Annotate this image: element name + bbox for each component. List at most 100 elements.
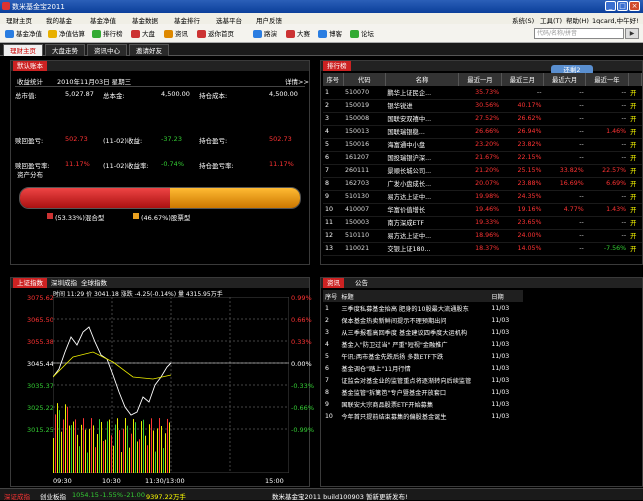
ranking-row[interactable]: 10 410007 华富价值增长 19.46% 19.16% 4.77% 1.43% 开 [323,203,642,217]
ranking-row[interactable]: 7 260111 景顺长城公司... 21.20% 25.15% 33.82% 22.57%… [323,164,642,178]
maximize-button[interactable]: □ [617,1,628,11]
toolbar-nav-button[interactable]: 基金净值 [5,28,42,40]
ranking-column-header[interactable]: 代码 [343,73,386,86]
ranking-cell: 30.56% [458,99,502,113]
toolbar-forum-button[interactable]: 论坛 [350,28,374,40]
main-tabs: 理财主页 大盘走势 资讯中心 邀请好友 [0,43,643,56]
tab-news[interactable]: 资讯 [323,278,344,288]
news-row[interactable]: 3 从三季报看高回季度 基金建议四季度大运机构 11/03 [323,326,523,338]
minimize-button[interactable]: _ [605,1,616,11]
ranking-row[interactable]: 2 150019 银华锐进 30.56% 40.17% -- -- 开 [323,99,642,113]
toolbar-ranking-button[interactable]: 排行榜 [92,28,123,40]
ranking-column-header[interactable]: 名称 [385,73,460,86]
news-title[interactable]: 午讯:两市基金先跌后扬 多数ETF下跌 [339,350,489,362]
volume-bar [55,414,56,473]
ranking-row[interactable]: 12 510110 易方达上证中... 18.96% 24.00% -- -- 开 [323,229,642,243]
stat-label: (11-02)收益率: [103,162,149,170]
toolbar-news-button[interactable]: 资讯 [164,28,188,40]
stat-value: 502.73 [269,135,292,143]
ranking-row[interactable]: 1 510070 鹏华上证民企... 35.73% -- -- -- 开 [323,86,642,100]
news-row[interactable]: 8 基金监管"拆篱笆"专户暨基金开放套口 11/03 [323,386,523,398]
news-row[interactable]: 7 证监会对基金业的监管重点将逐渐转向后续监管 11/03 [323,374,523,386]
close-button[interactable]: × [629,1,640,11]
news-row[interactable]: 6 基金调仓"踏上"11月行情 11/03 [323,362,523,374]
tab-global-index[interactable]: 全球指数 [77,278,111,288]
title-bar: 数米基金宝2011 _ □ × [0,0,643,13]
news-row[interactable]: 9 国联安大宗商品股票ETF开始募集 11/03 [323,398,523,410]
ranking-row[interactable]: 11 150003 南方深成ETF 19.33% 23.65% -- -- 开 [323,216,642,230]
tab-announcements[interactable]: 公告 [351,278,372,288]
ranking-row[interactable]: 6 161207 国投瑞银沪深... 21.67% 22.15% -- -- 开 [323,151,642,165]
toolbar-roadshow-button[interactable]: 路演 [253,28,277,40]
volume-bar [105,439,106,473]
toolbar-label: 基金净值 [16,30,42,38]
news-row[interactable]: 4 基金入"防卫过当" 严重"短视"金融推广 11/03 [323,338,523,350]
news-title[interactable]: 证监会对基金业的监管重点将逐渐转向后续监管 [339,374,489,386]
ranking-row[interactable]: 13 110021 交银上证180... 18.37% 14.05% -- -7.56% 开 [323,242,642,256]
ranking-row[interactable]: 5 150016 海富通中小盘 23.20% 23.82% -- -- 开 [323,138,642,152]
tab-invite[interactable]: 邀请好友 [129,44,169,56]
toolbar-label: 大盘 [142,30,155,38]
news-title[interactable]: 基金监管"拆篱笆"专户暨基金开放套口 [339,386,489,398]
volume-bar [81,424,82,473]
search-input[interactable]: 代码/名称/拼音 [534,28,624,39]
ranking-row[interactable]: 4 150013 国联瑞银稳... 26.66% 26.94% -- 1.46% 开 [323,125,642,139]
ranking-row[interactable]: 3 150008 国联安双禧中... 27.52% 26.62% -- -- 开 [323,112,642,126]
tab-shanghai-index[interactable]: 上证指数 [13,278,47,288]
x-tick: 09:30 [53,477,72,485]
ranking-column-header[interactable]: 最近一月 [458,73,502,86]
news-title[interactable]: 今年首只提前结束募集的偏股基金诞生 [339,410,489,422]
search-button[interactable]: ▶ [625,28,639,39]
ranking-column-header[interactable]: 最近三月 [501,73,544,86]
toolbar-estimate-button[interactable]: 净值估算 [48,28,85,40]
toolbar-home-button[interactable]: 返你首页 [197,28,234,40]
news-title[interactable]: 保本基金热卖新鲜间提示不理预期出问 [339,314,489,326]
news-date: 11/03 [491,412,510,420]
ranking-cell: 开 [628,229,642,243]
tab-news[interactable]: 资讯中心 [87,44,127,56]
ranking-column-header[interactable]: 最近六月 [543,73,587,86]
ranking-cell: 6.69% [585,177,629,191]
y-right-tick: -0.33% [291,382,314,390]
volume-bar [119,430,120,473]
tab-shenzhen-index[interactable]: 深圳成指 [47,278,81,288]
toolbar-blog-button[interactable]: 博客 [318,28,342,40]
y-right-tick: -0.66% [291,404,314,412]
toolbar-market-button[interactable]: 大盘 [131,28,155,40]
news-title[interactable]: 从三季报看高回季度 基金建议四季度大运机构 [339,326,489,338]
tab-market[interactable]: 大盘走势 [45,44,85,56]
toolbar-contest-button[interactable]: 大赛 [286,28,310,40]
ranking-column-header[interactable] [628,73,643,86]
toolbar-label: 返你首页 [208,30,234,38]
ranking-row[interactable]: 9 510130 易方达上证中... 19.98% 24.35% -- -- 开 [323,190,642,204]
ranking-cell: 26.66% [458,125,502,139]
toolbar-label: 净值估算 [59,30,85,38]
ranking-row[interactable]: 8 162703 广发小盘成长... 20.07% 23.88% 16.69% 6.69% 开 [323,177,642,191]
bar-chart-icon [131,30,140,38]
news-title[interactable]: 基金入"防卫过当" 严重"短视"金融推广 [339,338,489,350]
news-date: 11/03 [491,304,510,312]
ranking-cell: 24.35% [501,190,544,204]
stat-value: 5,027.87 [65,90,94,98]
stat-label: 总本金: [103,92,125,100]
news-row[interactable]: 5 午讯:两市基金先跌后扬 多数ETF下跌 11/03 [323,350,523,362]
news-row[interactable]: 2 保本基金热卖新鲜间提示不理预期出问 11/03 [323,314,523,326]
news-title[interactable]: 国联安大宗商品股票ETF开始募集 [339,398,489,410]
news-row[interactable]: 10 今年首只提前结束募集的偏股基金诞生 11/03 [323,410,523,422]
ranking-column-header[interactable]: 序号 [323,73,344,86]
account-detail-link[interactable]: 详情>> [285,76,309,86]
ranking-tab[interactable]: 排行榜 [323,61,351,71]
legend-swatch-mixed [47,213,53,219]
toolbar-label: 大赛 [297,30,310,38]
ranking-column-header[interactable]: 最近一年 [585,73,629,86]
account-tab[interactable]: 默认账本 [13,61,47,71]
volume-bar [123,428,124,473]
volume-bar [115,424,116,473]
news-title[interactable]: 基金调仓"踏上"11月行情 [339,362,489,374]
news-row[interactable]: 1 三季度私募基金抬高 肥身的10股最大流通股东 11/03 [323,302,523,314]
tab-home[interactable]: 理财主页 [3,44,43,56]
ranking-table: 序号 代码 名称 最近一月 最近三月 最近六月 最近一年 1 510070 鹏华上证民企... 35… [323,73,643,256]
ranking-cell: 150019 [343,99,386,113]
news-title[interactable]: 三季度私募基金抬高 肥身的10股最大流通股东 [339,302,489,314]
ranking-cell: 510070 [343,86,386,100]
